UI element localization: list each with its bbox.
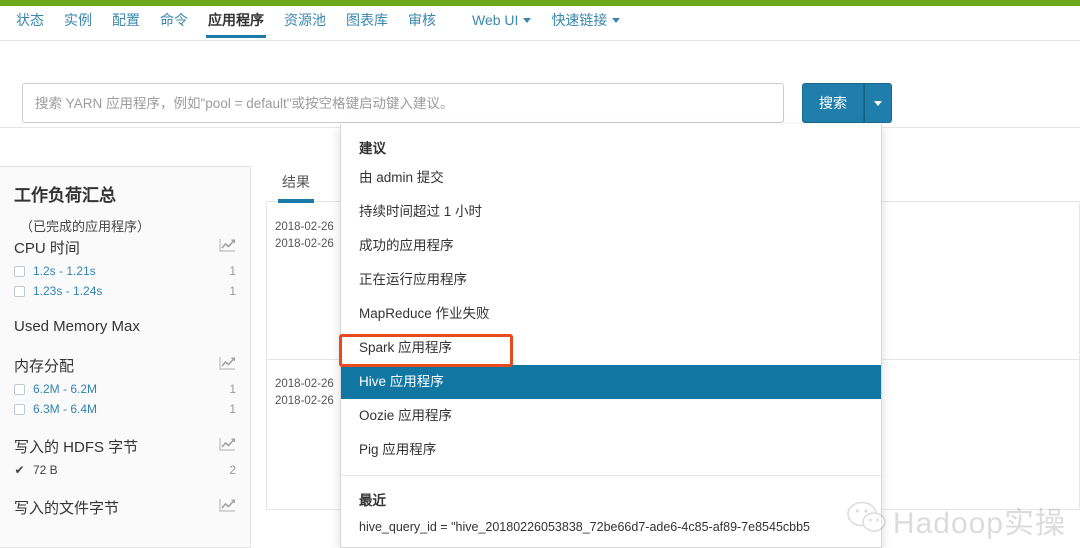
sidebar-filter-row[interactable]: 1.2s - 1.21s 1 <box>14 264 236 278</box>
nav-item-8[interactable]: Web UI <box>462 6 541 38</box>
nav-item-4[interactable]: 应用程序 <box>198 6 274 38</box>
main-navigation: 状态 实例 配置 命令 应用程序 资源池 图表库 审核 Web UI 快速链接 <box>0 6 1080 41</box>
sidebar-filter-row[interactable]: 6.2M - 6.2M 1 <box>14 382 236 396</box>
nav-item-label: 状态 <box>16 12 44 28</box>
search-options-button[interactable] <box>864 83 892 123</box>
suggestion-item-5[interactable]: Spark 应用程序 <box>341 331 881 365</box>
checkbox-icon[interactable] <box>14 403 25 415</box>
sidebar-sections: CPU 时间 1.2s - 1.21s 1 1.23s - 1.24s 1 Used Me… <box>14 237 236 518</box>
sidebar-section-title: 写入的 HDFS 字节 <box>14 439 139 456</box>
sidebar-filter-label: 1.2s - 1.21s <box>33 264 96 278</box>
nav-item-1[interactable]: 实例 <box>54 6 102 38</box>
recent-item-1[interactable]: user = "fayson" <box>341 541 881 548</box>
search-row: 搜索 <box>22 83 892 123</box>
search-section: 搜索 <box>0 42 1080 128</box>
nav-item-label: 命令 <box>160 12 188 28</box>
sidebar-filter-label: 6.2M - 6.2M <box>33 382 98 396</box>
sidebar-section-title: Used Memory Max <box>14 318 140 335</box>
nav-item-label: 资源池 <box>284 12 326 28</box>
chevron-down-icon <box>523 18 532 23</box>
sidebar-section-1: Used Memory Max <box>14 318 236 335</box>
sidebar-subtitle: （已完成的应用程序） <box>20 219 151 234</box>
tab-results[interactable]: 结果 <box>266 160 326 203</box>
sidebar-filter-row[interactable]: ✔ 72 B 2 <box>14 463 236 477</box>
nav-item-label: 图表库 <box>346 12 388 28</box>
search-suggestions-dropdown[interactable]: 建议 由 admin 提交 持续时间超过 1 小时 成功的应用程序 正在运行应用程序 M… <box>339 124 882 548</box>
checkbox-icon[interactable] <box>14 265 25 277</box>
sidebar-filter-count: 1 <box>229 284 236 298</box>
nav-item-label: 实例 <box>64 12 92 28</box>
sidebar-section-title: CPU 时间 <box>14 240 80 257</box>
nav-item-2[interactable]: 配置 <box>102 6 150 38</box>
nav-item-7[interactable]: 审核 <box>398 6 446 38</box>
workload-summary-sidebar: 工作负荷汇总 （已完成的应用程序） CPU 时间 1.2s - 1.21s 1 1.2… <box>0 166 251 548</box>
nav-item-label: 应用程序 <box>208 12 264 28</box>
nav-item-5[interactable]: 资源池 <box>274 6 336 38</box>
nav-item-label: 配置 <box>112 12 140 28</box>
suggestions-list: 由 admin 提交 持续时间超过 1 小时 成功的应用程序 正在运行应用程序 MapR… <box>341 161 881 467</box>
nav-item-3[interactable]: 命令 <box>150 6 198 38</box>
sidebar-section-2: 内存分配 <box>14 355 236 376</box>
suggestion-item-6[interactable]: Hive 应用程序 <box>341 365 881 399</box>
line-chart-icon[interactable] <box>219 356 236 376</box>
nav-item-label: Web UI <box>472 12 519 28</box>
checkbox-icon[interactable] <box>14 285 25 297</box>
sidebar-filter-count: 2 <box>229 463 236 477</box>
search-input[interactable] <box>22 83 784 123</box>
sidebar-filter-label: 6.3M - 6.4M <box>33 402 98 416</box>
sidebar-filter-count: 1 <box>229 402 236 416</box>
recent-list: hive_query_id = "hive_20180226053838_72b… <box>341 513 881 548</box>
sidebar-filter-count: 1 <box>229 382 236 396</box>
chevron-down-icon <box>612 18 621 23</box>
suggestion-item-4[interactable]: MapReduce 作业失败 <box>341 297 881 331</box>
search-button[interactable]: 搜索 <box>802 83 864 123</box>
sidebar-filter-label: 1.23s - 1.24s <box>33 284 103 298</box>
line-chart-icon[interactable] <box>219 238 236 258</box>
sidebar-filter-row[interactable]: 6.3M - 6.4M 1 <box>14 402 236 416</box>
sidebar-filter-label: 72 B <box>33 463 58 477</box>
sidebar-filter-count: 1 <box>229 264 236 278</box>
line-chart-icon[interactable] <box>219 498 236 518</box>
chevron-down-icon <box>874 100 882 106</box>
nav-item-0[interactable]: 状态 <box>6 6 54 38</box>
suggestion-item-0[interactable]: 由 admin 提交 <box>341 161 881 195</box>
suggestion-item-2[interactable]: 成功的应用程序 <box>341 229 881 263</box>
recent-heading: 最近 <box>359 493 386 508</box>
suggestion-item-8[interactable]: Pig 应用程序 <box>341 433 881 467</box>
check-icon[interactable]: ✔ <box>14 463 25 477</box>
recent-item-0[interactable]: hive_query_id = "hive_20180226053838_72b… <box>341 513 881 541</box>
sidebar-section-3: 写入的 HDFS 字节 <box>14 436 236 457</box>
nav-item-9[interactable]: 快速链接 <box>541 6 630 38</box>
sidebar-title: 工作负荷汇总 <box>14 186 116 205</box>
nav-item-label: 审核 <box>408 12 436 28</box>
suggestion-item-1[interactable]: 持续时间超过 1 小时 <box>341 195 881 229</box>
suggestion-item-3[interactable]: 正在运行应用程序 <box>341 263 881 297</box>
nav-item-6[interactable]: 图表库 <box>336 6 398 38</box>
checkbox-icon[interactable] <box>14 383 25 395</box>
sidebar-section-title: 写入的文件字节 <box>14 500 120 517</box>
nav-item-label: 快速链接 <box>551 12 608 28</box>
line-chart-icon[interactable] <box>219 437 236 457</box>
sidebar-filter-row[interactable]: 1.23s - 1.24s 1 <box>14 284 236 298</box>
suggestion-item-7[interactable]: Oozie 应用程序 <box>341 399 881 433</box>
suggestions-heading: 建议 <box>359 141 386 156</box>
sidebar-section-title: 内存分配 <box>14 358 75 375</box>
sidebar-section-0: CPU 时间 <box>14 237 236 258</box>
sidebar-section-4: 写入的文件字节 <box>14 497 236 518</box>
